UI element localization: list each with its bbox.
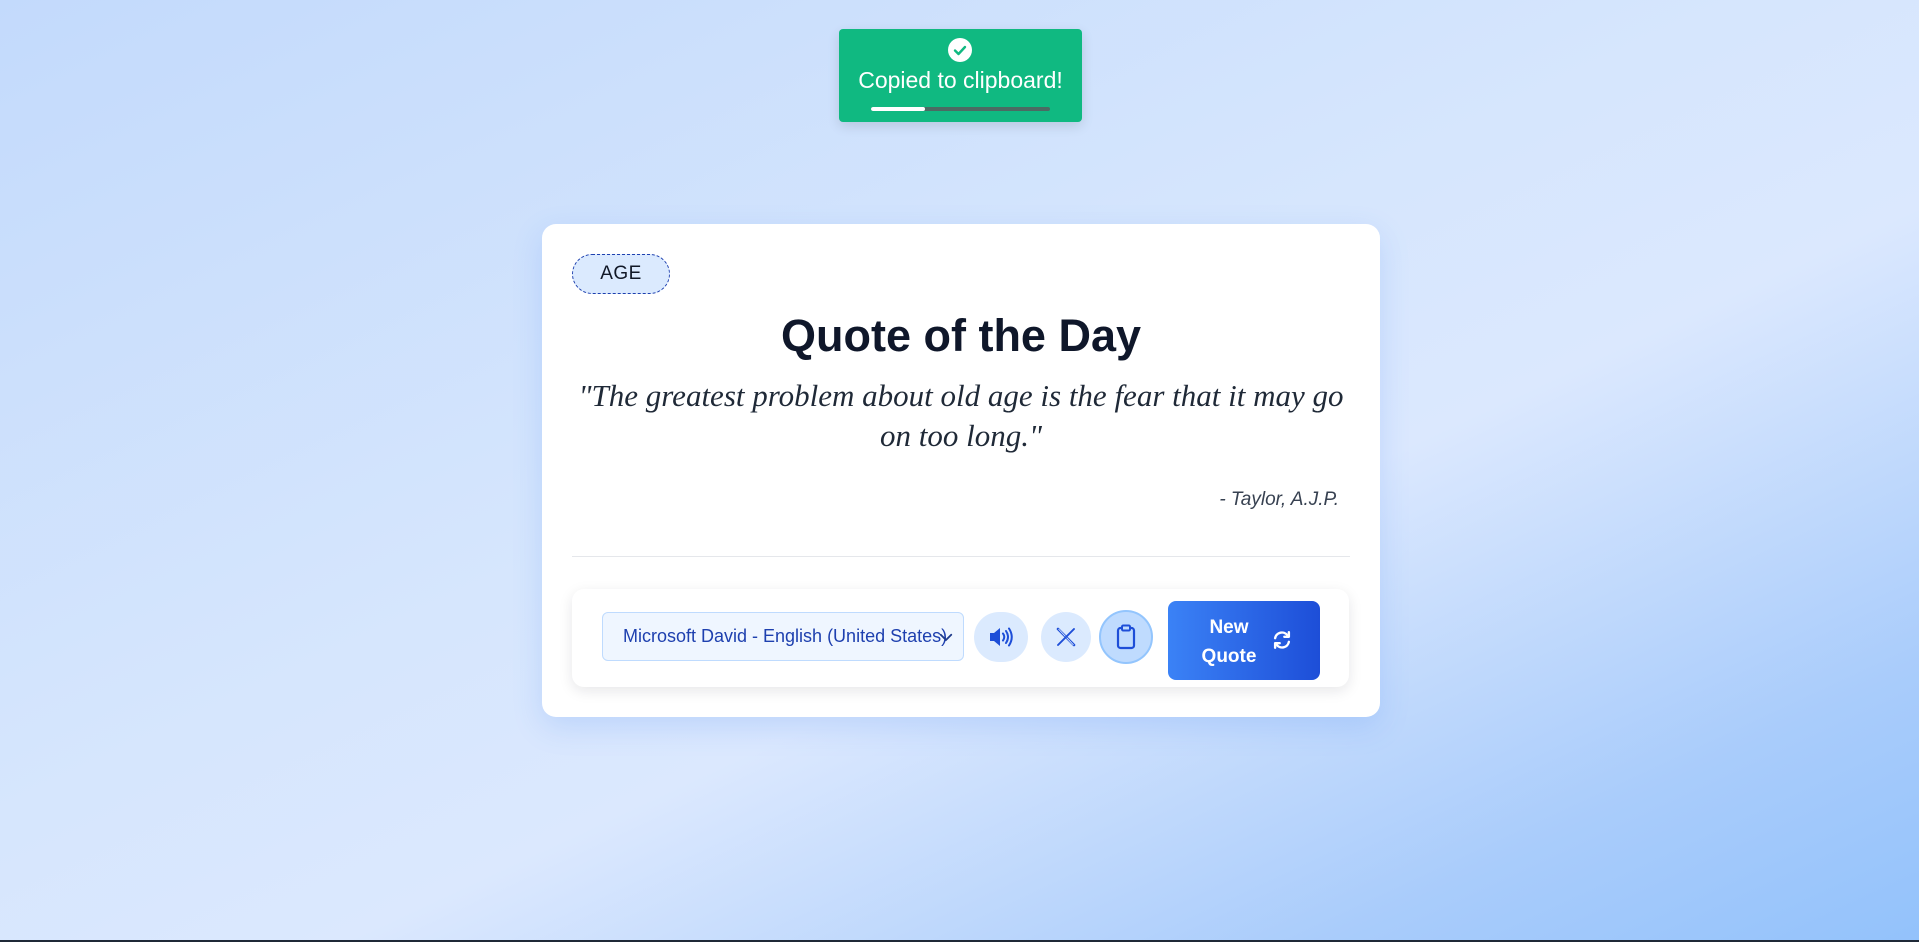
check-circle-icon xyxy=(948,38,972,62)
toast-progress-fill xyxy=(871,107,925,111)
speaker-icon xyxy=(990,627,1013,647)
new-quote-label: New Quote xyxy=(1201,617,1257,667)
share-x-button[interactable] xyxy=(1041,612,1091,662)
copy-button[interactable] xyxy=(1099,610,1153,664)
page-title: Quote of the Day xyxy=(780,310,1142,361)
quote-text: "The greatest problem about old age is t… xyxy=(578,378,1344,453)
voice-select[interactable]: Microsoft David - English (United States… xyxy=(602,612,964,661)
category-tag[interactable]: AGE xyxy=(572,254,670,294)
copied-toast: Copied to clipboard! xyxy=(839,29,1082,122)
quote-card: AGE Quote of the Day "The greatest probl… xyxy=(542,224,1380,717)
chevron-down-icon xyxy=(939,633,953,641)
x-logo-icon xyxy=(1056,627,1076,647)
voice-select-value: Microsoft David - English (United States… xyxy=(623,626,948,646)
toast-message: Copied to clipboard! xyxy=(858,67,1063,93)
divider xyxy=(572,556,1350,557)
quote-author: - Taylor, A.J.P. xyxy=(1219,489,1339,510)
speak-button[interactable] xyxy=(974,612,1028,662)
controls-panel: Microsoft David - English (United States… xyxy=(572,589,1349,687)
clipboard-icon xyxy=(1116,624,1136,650)
refresh-icon xyxy=(1273,631,1291,649)
toast-progress-bar xyxy=(871,107,1050,111)
new-quote-button[interactable]: New Quote xyxy=(1168,601,1320,680)
